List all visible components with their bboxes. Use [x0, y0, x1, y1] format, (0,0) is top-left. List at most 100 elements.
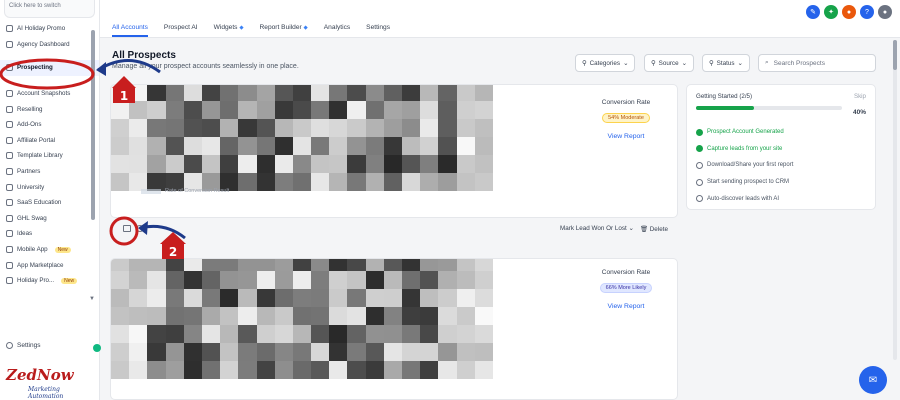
mosaic-cell [456, 173, 475, 191]
search-input[interactable]: ⌕ Search Prospects [758, 54, 876, 72]
delete-button[interactable]: 🗑 Delete [640, 225, 668, 233]
status-filter[interactable]: ⚲ Status ⌄ [702, 54, 750, 72]
step-label: Download/Share your first report [707, 162, 794, 169]
mosaic-cell [311, 137, 330, 155]
handshake-icon [6, 168, 13, 176]
sidebar-item-ghl-swag[interactable]: GHL Swag [0, 211, 99, 227]
page-scrollbar-track[interactable] [893, 40, 897, 360]
mark-lead-dropdown[interactable]: Mark Lead Won Or Lost ⌄ [560, 225, 634, 232]
mosaic-cell [238, 155, 257, 173]
mosaic-cell [129, 289, 148, 307]
steps-list: Prospect Account Generated Capture leads … [696, 124, 866, 207]
sidebar-item-mobile-app[interactable]: Mobile App New [0, 242, 99, 258]
sidebar-item-ai-holiday-promo[interactable]: AI Holiday Promo [0, 21, 99, 37]
mosaic-cell [165, 85, 184, 101]
filter-icon: ⚲ [582, 59, 587, 67]
mosaic-cell [220, 343, 239, 361]
mosaic-cell [311, 259, 330, 271]
checklist-step[interactable]: Auto-discover leads with AI [696, 190, 866, 207]
tab-all-accounts[interactable]: All Accounts [112, 24, 148, 37]
new-badge: New [61, 277, 78, 284]
mosaic-cell [347, 271, 366, 289]
page-title: All Prospects [112, 50, 176, 61]
categories-filter[interactable]: ⚲ Categories ⌄ [575, 54, 636, 72]
mosaic-cell [402, 155, 421, 173]
view-report-link[interactable]: View Report [581, 303, 671, 310]
crm-icon[interactable] [123, 225, 131, 232]
mosaic-cell [311, 155, 330, 173]
mosaic-cell [165, 101, 184, 119]
conversion-badge: 66% More Likely [599, 283, 653, 293]
mosaic-cell [456, 361, 475, 379]
mosaic-cell [438, 137, 457, 155]
sidebar-item-app-marketplace[interactable]: App Marketplace [0, 257, 99, 273]
checklist-step[interactable]: Start sending prospect to CRM [696, 174, 866, 191]
tab-prospect-ai[interactable]: Prospect AI [164, 24, 198, 37]
sidebar-item-saas-education[interactable]: SaaS Education [0, 195, 99, 211]
sidebar-item-template-library[interactable]: Template Library [0, 148, 99, 164]
bell-icon[interactable]: ● [842, 5, 856, 19]
mosaic-cell [238, 137, 257, 155]
empty-circle-icon [696, 195, 703, 203]
sidebar-item-account-snapshots[interactable]: Account Snapshots [0, 86, 99, 102]
sidebar-item-partners[interactable]: Partners [0, 164, 99, 180]
view-report-link[interactable]: View Report [581, 133, 671, 140]
quick-action-icon[interactable]: ✎ [806, 5, 820, 19]
sidebar-item-hidden [0, 52, 99, 60]
sidebar-item-university[interactable]: University [0, 179, 99, 195]
mosaic-cell [274, 173, 293, 191]
mosaic-cell [274, 101, 293, 119]
sidebar-item-reselling[interactable]: Reselling [0, 101, 99, 117]
checklist-step[interactable]: Capture leads from your site [696, 141, 866, 158]
sidebar-item-label: Template Library [17, 152, 63, 160]
account-switcher[interactable]: Click here to switch [4, 0, 95, 18]
help-icon[interactable]: ? [860, 5, 874, 19]
mosaic-cell [256, 343, 275, 361]
sidebar-item-add-ons[interactable]: Add-Ons [0, 117, 99, 133]
skip-link[interactable]: Skip [854, 93, 866, 100]
checklist-step[interactable]: Download/Share your first report [696, 157, 866, 174]
step-label: Auto-discover leads with AI [707, 195, 780, 202]
tab-settings[interactable]: Settings [366, 24, 390, 37]
avatar[interactable]: ● [878, 5, 892, 19]
mosaic-cell [456, 289, 475, 307]
mosaic-cell [365, 101, 384, 119]
sidebar-item-label: App Marketplace [17, 261, 64, 269]
mosaic-cell [347, 259, 366, 271]
mosaic-cell [201, 259, 221, 271]
chat-icon[interactable]: ✉ [859, 366, 887, 394]
share-icon[interactable] [136, 225, 144, 232]
megaphone-icon[interactable]: ✦ [824, 5, 838, 19]
page-scrollbar-thumb[interactable] [893, 40, 897, 70]
mosaic-cell [402, 137, 421, 155]
mosaic-cell [165, 343, 184, 361]
checklist-step[interactable]: Prospect Account Generated [696, 124, 866, 141]
mosaic-cell [474, 361, 493, 379]
sidebar-item-settings[interactable]: Settings [6, 342, 41, 349]
scroll-down-icon[interactable]: ▼ [89, 296, 95, 302]
mosaic-cell [365, 119, 384, 137]
mosaic-cell [220, 85, 239, 101]
sidebar-item-agency-dashboard[interactable]: Agency Dashboard [0, 37, 99, 53]
mosaic-cell [165, 137, 184, 155]
filter-icon: ⚲ [709, 59, 714, 67]
sidebar-scrollbar[interactable] [91, 30, 95, 220]
card-actions: Mark Lead Won Or Lost ⌄ 🗑 Delete [110, 222, 678, 238]
source-filter[interactable]: ⚲ Source ⌄ [644, 54, 694, 72]
user-icon [6, 64, 13, 72]
tab-report-builder[interactable]: Report Builder ◆ [260, 24, 308, 37]
rate-value: 54% [608, 115, 620, 121]
tab-widgets[interactable]: Widgets ◆ [214, 24, 244, 37]
sidebar-item-affiliate-portal[interactable]: Affiliate Portal [0, 133, 99, 149]
mosaic-cell [111, 325, 130, 343]
mosaic-cell [420, 343, 439, 361]
mosaic-cell [274, 259, 293, 271]
tab-analytics[interactable]: Analytics [324, 24, 350, 37]
sidebar-item-holiday-pro[interactable]: Holiday Pro... New [0, 273, 99, 289]
mosaic-cell [438, 259, 457, 271]
mosaic-cell [292, 173, 312, 191]
sidebar-item-ideas[interactable]: Ideas [0, 226, 99, 242]
sidebar-item-prospecting[interactable]: Prospecting [0, 60, 99, 76]
getting-started-panel: Getting Started (2/5) Skip 40% Prospect … [686, 84, 876, 210]
mosaic-cell [238, 361, 257, 379]
